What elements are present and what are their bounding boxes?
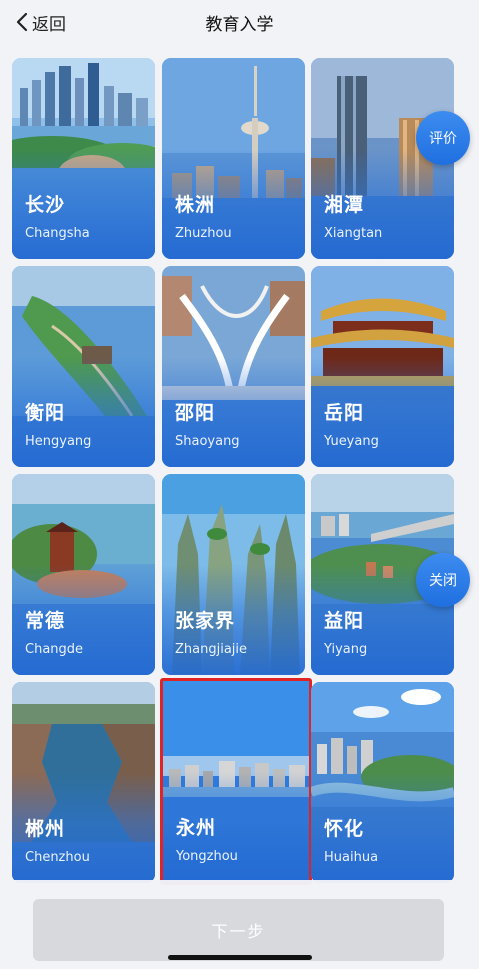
city-name-en: Yueyang <box>324 434 379 449</box>
city-card-yueyang[interactable]: 岳阳 Yueyang <box>311 266 454 467</box>
city-name-en: Yiyang <box>324 642 368 657</box>
city-card-changsha[interactable]: 长沙 Changsha <box>12 58 155 259</box>
city-name-cn: 怀化 <box>324 818 365 840</box>
city-name-en: Shaoyang <box>175 434 240 449</box>
city-card-huaihua[interactable]: 怀化 Huaihua <box>311 682 454 883</box>
rate-button[interactable]: 评价 <box>416 111 470 165</box>
city-name-cn: 张家界 <box>175 610 236 632</box>
city-card-hengyang[interactable]: 衡阳 Hengyang <box>12 266 155 467</box>
city-name-cn: 湘潭 <box>324 194 365 216</box>
city-name-cn: 岳阳 <box>324 402 365 424</box>
city-name-en: Huaihua <box>324 850 379 865</box>
city-name-en: Xiangtan <box>324 226 383 241</box>
city-card-shaoyang[interactable]: 邵阳 Shaoyang <box>162 266 305 467</box>
city-name-en: Changsha <box>25 226 90 241</box>
city-card-chenzhou[interactable]: 郴州 Chenzhou <box>12 682 155 883</box>
city-name-cn: 永州 <box>176 817 217 839</box>
city-name-en: Chenzhou <box>25 850 90 865</box>
city-name-en: Hengyang <box>25 434 92 449</box>
city-name-cn: 株洲 <box>175 194 216 216</box>
top-bar: 返回 教育入学 <box>0 0 479 46</box>
city-name-en: Zhuzhou <box>175 226 232 241</box>
home-indicator <box>168 955 312 960</box>
page-title: 教育入学 <box>205 15 274 35</box>
city-name-cn: 长沙 <box>25 194 66 216</box>
city-card-changde[interactable]: 常德 Changde <box>12 474 155 675</box>
city-name-cn: 邵阳 <box>175 402 216 424</box>
next-step-button[interactable]: 下一步 <box>33 899 444 961</box>
close-button[interactable]: 关闭 <box>416 553 470 607</box>
city-card-yongzhou[interactable]: 永州 Yongzhou <box>160 678 312 885</box>
city-name-en: Yongzhou <box>176 849 238 864</box>
city-name-en: Changde <box>25 642 84 657</box>
city-name-cn: 益阳 <box>324 610 365 632</box>
city-name-en: Zhangjiajie <box>175 642 248 657</box>
city-name-cn: 常德 <box>25 610 66 632</box>
city-name-cn: 郴州 <box>25 818 66 840</box>
city-card-zhangjiajie[interactable]: 张家界 Zhangjiajie <box>162 474 305 675</box>
city-name-cn: 衡阳 <box>25 402 66 424</box>
city-card-zhuzhou[interactable]: 株洲 Zhuzhou <box>162 58 305 259</box>
